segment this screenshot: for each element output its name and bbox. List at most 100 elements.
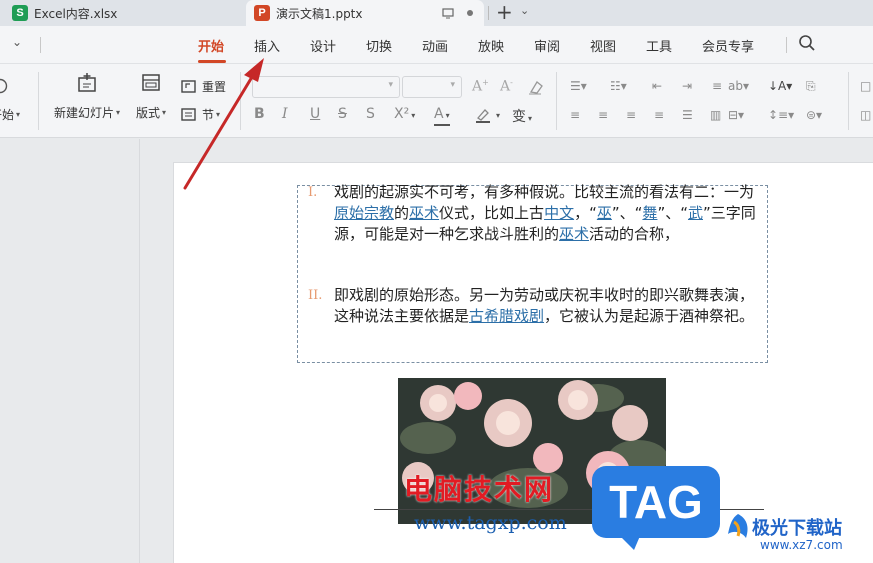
slide-canvas[interactable]: I. 戏剧的起源实不可考，有多种假说。比较主流的看法有二：一为原始宗教的巫术仪式… <box>173 162 873 563</box>
text-direction-icon[interactable]: ab▾ <box>728 79 749 93</box>
tag-watermark-logo: TAG <box>592 466 720 550</box>
tab-presentation-label: 演示文稿1.pptx <box>276 6 363 21</box>
unsaved-dot-icon <box>467 10 473 16</box>
menu-transition[interactable]: 切换 <box>366 36 392 55</box>
char-spacing-button[interactable]: 变 ▾ <box>512 106 532 126</box>
editing-area: I. 戏剧的起源实不可考，有多种假说。比较主流的看法有二：一为原始宗教的巫术仪式… <box>0 139 873 563</box>
hyperlink[interactable]: 巫 <box>597 204 612 222</box>
ribbon-divider <box>240 72 241 130</box>
distribute-icon[interactable]: ☰ <box>682 108 693 122</box>
menu-insert[interactable]: 插入 <box>254 36 280 55</box>
active-tab-underline <box>198 60 226 63</box>
smart-art-icon[interactable]: ⊜▾ <box>806 108 822 122</box>
strikethrough-button[interactable]: S <box>338 106 347 122</box>
chevron-down-icon: ▾ <box>411 111 416 120</box>
chevron-down-icon: ▾ <box>162 108 167 117</box>
increase-indent-icon[interactable]: ⇥ <box>682 79 692 93</box>
menu-start[interactable]: 开始 <box>198 36 224 55</box>
watermark-red-text: 电脑技术网 <box>404 473 555 506</box>
convert-icon[interactable]: ⎘ <box>806 79 816 94</box>
hyperlink[interactable]: 中文 <box>544 204 574 222</box>
decrease-indent-icon[interactable]: ⇤ <box>652 79 662 93</box>
superscript-button[interactable]: X² ▾ <box>394 106 415 122</box>
chevron-down-icon: ▾ <box>445 111 450 120</box>
font-color-button[interactable]: A ▾ <box>434 106 450 126</box>
line-spacing-icon[interactable]: ≡ <box>712 79 722 93</box>
increase-font-icon[interactable]: A+ <box>472 78 489 95</box>
chevron-down-icon: ▾ <box>16 110 21 119</box>
menu-tools[interactable]: 工具 <box>646 36 672 55</box>
ribbon-divider <box>38 72 39 130</box>
numbered-list-icon[interactable]: ☷▾ <box>610 79 627 93</box>
tab-excel[interactable]: S Excel内容.xlsx <box>6 0 244 26</box>
menu-slideshow[interactable]: 放映 <box>478 36 504 55</box>
bold-button[interactable]: B <box>254 106 265 122</box>
new-slide-button[interactable]: 新建幻灯片 ▾ <box>52 72 122 121</box>
layout-button[interactable]: 版式 ▾ <box>130 72 172 121</box>
thumbnail-panel-border <box>139 139 140 563</box>
menu-divider-right <box>786 37 787 53</box>
text-box-spacing-icon[interactable]: ↕≡▾ <box>768 108 794 122</box>
search-icon[interactable] <box>798 34 816 52</box>
reset-button[interactable]: 重置 <box>180 78 226 95</box>
start-from-button[interactable]: 开始▾ <box>0 106 20 123</box>
decrease-font-icon[interactable]: A- <box>500 78 513 95</box>
menu-review[interactable]: 审阅 <box>534 36 560 55</box>
underline-button[interactable]: U <box>310 106 320 122</box>
section-label: 节 <box>202 108 215 122</box>
list-number: I. <box>308 185 318 200</box>
italic-button[interactable]: I <box>282 106 288 122</box>
bullet-list-icon[interactable]: ☰▾ <box>570 79 587 93</box>
chevron-down-icon: ▾ <box>528 114 533 123</box>
text-run: ，它被认为是起源于酒神祭祀。 <box>544 307 755 325</box>
font-family-select[interactable]: ▾ <box>252 76 400 98</box>
ppt-file-icon: P <box>254 5 270 21</box>
tab-list-menu[interactable]: ⌄ <box>520 4 529 17</box>
superscript-label: X² <box>394 106 410 122</box>
text-box[interactable]: I. 戏剧的起源实不可考，有多种假说。比较主流的看法有二：一为原始宗教的巫术仪式… <box>297 183 768 363</box>
highlight-icon[interactable] <box>474 106 492 124</box>
menu-member[interactable]: 会员专享 <box>702 36 754 55</box>
chevron-down-icon: ▾ <box>388 80 393 90</box>
clear-format-icon[interactable] <box>527 79 543 95</box>
paragraph-text: 即戏剧的原始形态。另一为劳动或庆祝丰收时的即兴歌舞表演，这种说法主要依据是古希腊… <box>334 285 763 327</box>
new-tab-button[interactable]: + <box>496 1 513 23</box>
menu-design[interactable]: 设计 <box>310 36 336 55</box>
text-shadow-button[interactable]: S <box>366 106 375 122</box>
aurora-logo-icon <box>728 514 748 538</box>
justify-icon[interactable]: ≡ <box>654 108 664 122</box>
vertical-align-icon[interactable]: ⊟▾ <box>728 108 744 122</box>
char-spacing-label: 变 <box>512 109 526 125</box>
hyperlink[interactable]: 巫术 <box>559 225 589 243</box>
start-from-label: 开始 <box>0 108 15 122</box>
start-slideshow-icon[interactable] <box>0 78 8 94</box>
align-right-icon[interactable]: ≡ <box>626 108 636 122</box>
hyperlink[interactable]: 巫术 <box>409 204 439 222</box>
window-mode-icon[interactable] <box>442 7 454 19</box>
menu-view[interactable]: 视图 <box>590 36 616 55</box>
hyperlink[interactable]: 原始宗教 <box>334 204 394 222</box>
sort-icon[interactable]: ↓A▾ <box>768 79 792 93</box>
shape-icon[interactable]: □ <box>860 79 871 93</box>
hyperlink[interactable]: 古希腊戏剧 <box>469 307 544 325</box>
arrange-icon[interactable]: ◫ <box>860 108 871 122</box>
menu-bar: ⌄ 开始 插入 设计 切换 动画 放映 审阅 视图 工具 会员专享 <box>0 26 873 64</box>
font-size-select[interactable]: ▾ <box>402 76 462 98</box>
text-run: 戏剧的起源实不可考，有多种假说。比较主流的看法有二：一为 <box>334 183 755 201</box>
new-slide-icon <box>78 73 96 92</box>
align-center-icon[interactable]: ≡ <box>598 108 608 122</box>
section-button[interactable]: 节 ▾ <box>180 106 220 123</box>
align-left-icon[interactable]: ≡ <box>570 108 580 122</box>
columns-icon[interactable]: ▥ <box>710 108 721 122</box>
hyperlink[interactable]: 武 <box>688 204 703 222</box>
collapse-chevron-icon[interactable]: ⌄ <box>12 35 22 49</box>
chevron-down-icon[interactable]: ▾ <box>496 111 500 120</box>
tab-excel-label: Excel内容.xlsx <box>34 6 118 21</box>
site-watermark-url: www.xz7.com <box>760 538 843 552</box>
excel-file-icon: S <box>12 5 28 21</box>
menu-animation[interactable]: 动画 <box>422 36 448 55</box>
hyperlink[interactable]: 舞 <box>642 204 657 222</box>
layout-icon <box>142 74 160 91</box>
ribbon-divider <box>848 72 849 130</box>
tab-presentation[interactable]: P 演示文稿1.pptx <box>246 0 484 26</box>
